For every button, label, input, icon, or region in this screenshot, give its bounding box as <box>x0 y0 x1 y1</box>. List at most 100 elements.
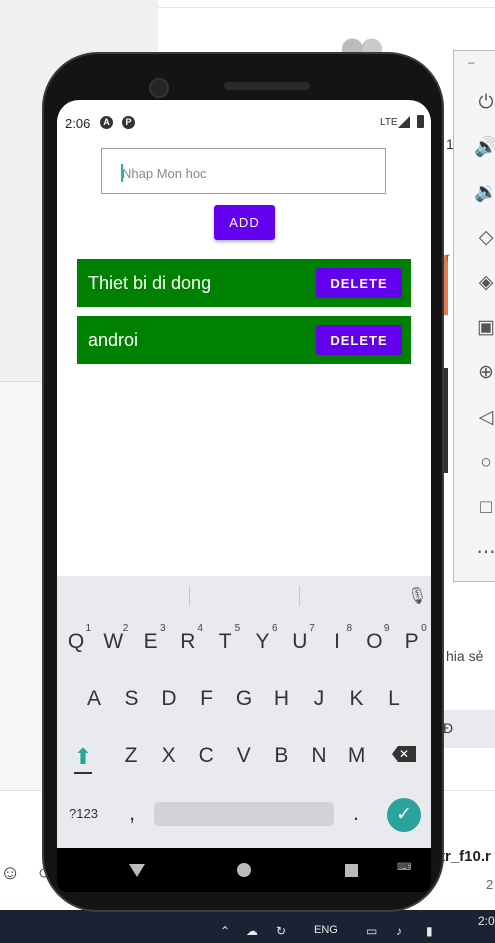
key-r[interactable]: R4 <box>171 622 205 662</box>
key-letter: P <box>404 630 419 653</box>
add-button[interactable]: ADD <box>214 205 275 240</box>
symbols-key[interactable]: ?123 <box>69 806 98 821</box>
monitor-icon[interactable]: ▭ <box>366 924 377 938</box>
key-hint: 0 <box>421 623 427 634</box>
background-number: 2 <box>486 877 494 892</box>
back-icon[interactable]: ◁ <box>474 406 495 430</box>
keyboard-switch-icon[interactable]: ⌨ <box>397 862 411 873</box>
key-letter: T <box>218 630 232 653</box>
key-u[interactable]: U7 <box>283 622 317 662</box>
subject-input[interactable] <box>120 160 374 186</box>
nav-recent-icon[interactable] <box>345 864 358 877</box>
battery-icon <box>417 115 424 128</box>
rotate-left-icon[interactable]: ◇ <box>474 226 495 250</box>
key-hint: 9 <box>383 623 390 634</box>
key-f[interactable]: F <box>190 679 224 719</box>
period-key[interactable]: . <box>353 800 359 826</box>
subject-input-container[interactable] <box>101 148 386 194</box>
key-l[interactable]: L <box>377 679 411 719</box>
comma-key[interactable]: , <box>129 800 135 826</box>
emoji-icon[interactable]: ☺ <box>0 862 20 885</box>
space-key[interactable] <box>154 802 334 826</box>
list-item: Thiet bi di dong DELETE <box>77 259 411 307</box>
key-o[interactable]: O9 <box>357 622 391 662</box>
minimize-button[interactable]: – <box>468 55 475 69</box>
cloud-icon[interactable]: ☁ <box>246 924 258 938</box>
home-icon[interactable]: ○ <box>474 451 495 475</box>
background-divider <box>158 7 495 8</box>
nav-home-icon[interactable] <box>237 863 251 877</box>
key-hint: 1 <box>85 623 91 634</box>
suggestion-divider <box>189 586 190 606</box>
key-letter: E <box>143 630 158 653</box>
enter-key[interactable]: ✓ <box>387 798 421 832</box>
delete-button[interactable]: DELETE <box>316 325 402 355</box>
app-notification-icon: A <box>100 116 113 129</box>
key-m[interactable]: M <box>340 736 374 776</box>
delete-button[interactable]: DELETE <box>316 268 402 298</box>
language-indicator[interactable]: ENG <box>314 924 338 936</box>
key-e[interactable]: E3 <box>134 622 168 662</box>
key-c[interactable]: C <box>189 736 223 776</box>
key-letter: O <box>366 630 383 653</box>
refresh-icon[interactable]: ↻ <box>276 924 286 938</box>
key-hint: 5 <box>234 623 241 634</box>
key-d[interactable]: D <box>152 679 186 719</box>
volume-down-icon[interactable]: 🔉 <box>474 181 495 205</box>
nav-back-icon[interactable] <box>129 864 145 877</box>
emulator-toolbar: – ⏻ 🔊 🔉 ◇ ◈ ▣ ⊕ ◁ ○ □ ⋯ <box>453 50 495 582</box>
key-q[interactable]: Q1 <box>59 622 93 662</box>
key-v[interactable]: V <box>227 736 261 776</box>
key-g[interactable]: G <box>227 679 261 719</box>
phone-screen: 2:06 A P LTE ADD Thiet bi di dong DELETE… <box>57 100 431 892</box>
app-notification-icon: P <box>122 116 135 129</box>
key-hint: 3 <box>160 623 166 634</box>
key-b[interactable]: B <box>264 736 298 776</box>
suggestion-divider <box>299 586 300 606</box>
speaker-icon[interactable]: ♪ <box>396 924 402 938</box>
list-item-label: Thiet bi di dong <box>88 273 212 293</box>
key-hint: 2 <box>122 623 129 634</box>
android-nav-bar: ⌨ <box>57 848 431 892</box>
key-x[interactable]: X <box>152 736 186 776</box>
rotate-right-icon[interactable]: ◈ <box>474 271 495 295</box>
key-p[interactable]: P0 <box>395 622 429 662</box>
battery-icon[interactable]: ▮ <box>426 924 433 938</box>
key-i[interactable]: I8 <box>320 622 354 662</box>
key-t[interactable]: T5 <box>208 622 242 662</box>
key-z[interactable]: Z <box>114 736 148 776</box>
volume-up-icon[interactable]: 🔊 <box>474 136 495 160</box>
key-n[interactable]: N <box>302 736 336 776</box>
background-button-label: Đ <box>443 720 454 736</box>
key-y[interactable]: Y6 <box>246 622 280 662</box>
key-letter: W <box>103 630 124 653</box>
key-k[interactable]: K <box>340 679 374 719</box>
key-h[interactable]: H <box>265 679 299 719</box>
key-hint: 6 <box>271 623 278 634</box>
chevron-up-icon[interactable]: ⌃ <box>220 924 230 938</box>
background-filename[interactable]: tr_f10.r <box>440 848 491 865</box>
power-icon[interactable]: ⏻ <box>474 91 495 115</box>
list-item: androi DELETE <box>77 316 411 364</box>
key-hint: 4 <box>197 623 203 634</box>
camera-icon[interactable]: ▣ <box>474 316 495 340</box>
key-s[interactable]: S <box>115 679 149 719</box>
backspace-icon[interactable]: ✕ <box>392 746 416 762</box>
key-a[interactable]: A <box>77 679 111 719</box>
network-type: LTE <box>380 117 398 128</box>
taskbar-clock[interactable]: 2:0 <box>478 914 495 928</box>
key-letter: Q <box>67 630 85 653</box>
soft-keyboard: 🎙 Q1W2E3R4T5Y6U7I8O9P0 ASDFGHJKL ZXCVBNM… <box>57 576 431 848</box>
background-label: r <box>446 250 450 264</box>
zoom-icon[interactable]: ⊕ <box>474 361 495 385</box>
key-j[interactable]: J <box>302 679 336 719</box>
overview-icon[interactable]: □ <box>474 496 495 520</box>
key-hint: 8 <box>346 623 353 634</box>
microphone-icon[interactable]: 🎙 <box>407 586 427 606</box>
status-time: 2:06 <box>65 116 91 131</box>
shift-indicator <box>74 772 92 774</box>
key-w[interactable]: W2 <box>96 622 130 662</box>
list-item-label: androi <box>88 330 139 350</box>
more-icon[interactable]: ⋯ <box>474 541 495 565</box>
key-letter: Y <box>255 630 270 653</box>
